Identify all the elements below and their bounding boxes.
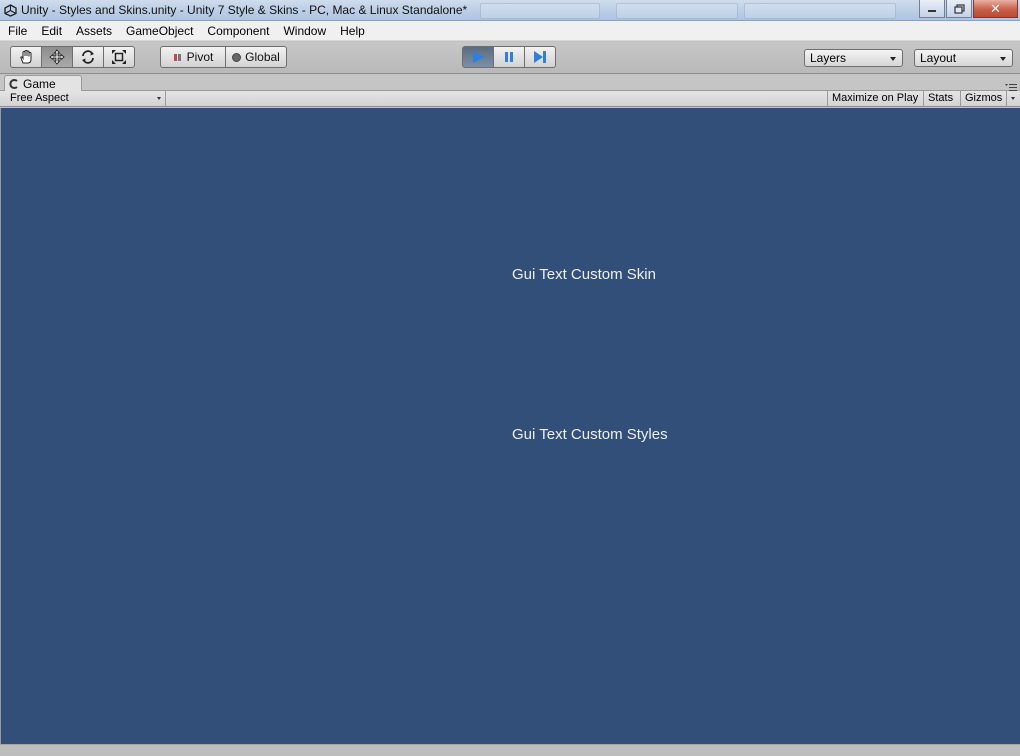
move-tool-button[interactable]	[41, 46, 73, 68]
chevron-down-icon	[1000, 57, 1006, 61]
aspect-dropdown[interactable]: Free Aspect	[4, 91, 166, 107]
rotate-icon	[82, 50, 94, 64]
background-window-ghost	[616, 3, 738, 19]
pause-icon	[505, 52, 513, 62]
gizmos-dropdown[interactable]	[1006, 91, 1020, 107]
global-label: Global	[245, 50, 280, 64]
chevron-down-icon	[1011, 97, 1015, 100]
pause-button[interactable]	[493, 46, 525, 68]
layout-label: Layout	[920, 51, 957, 65]
unity-logo-icon	[3, 3, 17, 17]
tab-bar: Game	[0, 75, 1020, 92]
close-icon: ✕	[990, 0, 1001, 16]
gizmos-label: Gizmos	[965, 92, 1003, 104]
status-bar	[0, 744, 1020, 756]
playback-controls	[462, 46, 556, 68]
transform-tools	[10, 46, 135, 68]
game-controller-icon	[9, 79, 18, 89]
layers-label: Layers	[810, 51, 847, 65]
tab-game[interactable]: Game	[4, 75, 82, 92]
window-controls: ✕	[918, 0, 1018, 18]
background-window-ghost	[744, 3, 896, 19]
background-window-ghost	[480, 3, 600, 19]
hand-icon	[20, 49, 32, 64]
restore-icon	[953, 3, 965, 14]
stats-toggle[interactable]: Stats	[923, 91, 957, 107]
minimize-button[interactable]	[919, 0, 945, 18]
gui-text-custom-skin: Gui Text Custom Skin	[512, 266, 656, 283]
pivot-toggles: Pivot Global	[160, 46, 287, 68]
menu-bar: File Edit Assets GameObject Component Wi…	[0, 21, 1020, 41]
step-icon	[534, 51, 546, 63]
aspect-label: Free Aspect	[10, 92, 69, 104]
menu-file[interactable]: File	[0, 21, 34, 41]
move-icon	[49, 49, 65, 65]
hand-tool-button[interactable]	[10, 46, 42, 68]
gui-text-custom-styles: Gui Text Custom Styles	[512, 426, 668, 443]
pivot-toggle-button[interactable]: Pivot	[160, 46, 226, 68]
menu-window[interactable]: Window	[276, 21, 333, 41]
scale-icon	[112, 50, 126, 64]
menu-component[interactable]: Component	[200, 21, 276, 41]
chevron-down-icon	[890, 57, 896, 61]
play-icon	[473, 51, 484, 63]
restore-button[interactable]	[946, 0, 972, 18]
main-toolbar: Pivot Global Layers Layout	[0, 42, 1020, 74]
minimize-icon	[928, 9, 936, 12]
menu-assets[interactable]: Assets	[69, 21, 119, 41]
pivot-label: Pivot	[186, 50, 214, 64]
global-icon	[232, 52, 242, 62]
menu-edit[interactable]: Edit	[34, 21, 69, 41]
game-viewport[interactable]: Gui Text Custom Skin Gui Text Custom Sty…	[1, 108, 1020, 744]
scale-tool-button[interactable]	[103, 46, 135, 68]
play-button[interactable]	[462, 46, 494, 68]
rotate-tool-button[interactable]	[72, 46, 104, 68]
chevron-down-icon	[157, 97, 161, 100]
window-title: Unity - Styles and Skins.unity - Unity 7…	[21, 3, 468, 17]
menu-gameobject[interactable]: GameObject	[119, 21, 200, 41]
step-button[interactable]	[524, 46, 556, 68]
window-title-bar[interactable]: Unity - Styles and Skins.unity - Unity 7…	[0, 0, 1020, 21]
tab-game-label: Game	[23, 77, 56, 91]
global-toggle-button[interactable]: Global	[225, 46, 287, 68]
menu-help[interactable]: Help	[333, 21, 372, 41]
close-button[interactable]: ✕	[973, 0, 1018, 18]
maximize-on-play-toggle[interactable]: Maximize on Play	[827, 91, 922, 107]
layers-dropdown[interactable]: Layers	[804, 49, 903, 67]
layout-dropdown[interactable]: Layout	[914, 49, 1013, 67]
pivot-icon	[173, 54, 181, 61]
game-view-toolbar: Free Aspect Maximize on Play Stats Gizmo…	[0, 91, 1020, 107]
